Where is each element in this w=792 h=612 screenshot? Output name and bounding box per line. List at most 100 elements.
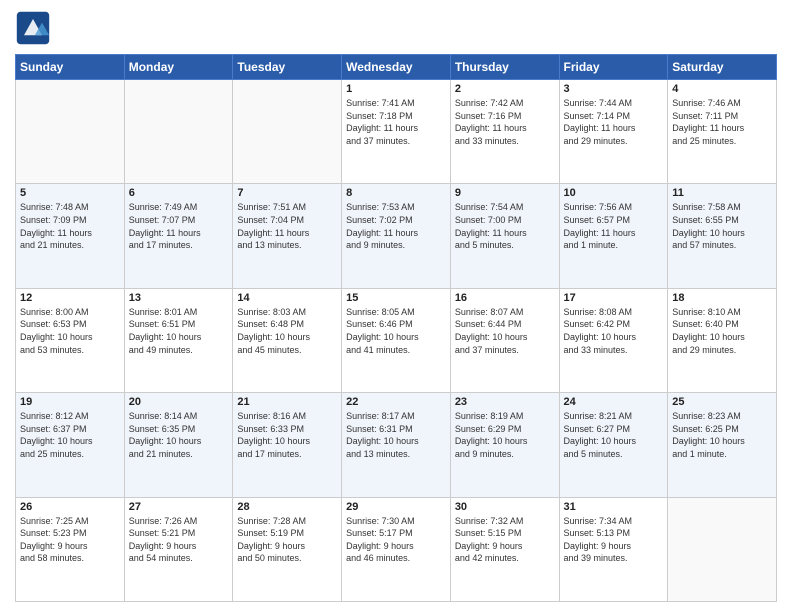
day-info: Sunrise: 7:58 AM Sunset: 6:55 PM Dayligh… (672, 201, 772, 251)
day-number: 4 (672, 83, 772, 95)
day-info: Sunrise: 8:03 AM Sunset: 6:48 PM Dayligh… (237, 306, 337, 356)
col-header-monday: Monday (124, 55, 233, 80)
calendar-cell (16, 80, 125, 184)
day-info: Sunrise: 7:53 AM Sunset: 7:02 PM Dayligh… (346, 201, 446, 251)
day-info: Sunrise: 7:28 AM Sunset: 5:19 PM Dayligh… (237, 515, 337, 565)
page: SundayMondayTuesdayWednesdayThursdayFrid… (0, 0, 792, 612)
day-number: 29 (346, 501, 446, 513)
col-header-sunday: Sunday (16, 55, 125, 80)
day-number: 9 (455, 187, 555, 199)
day-info: Sunrise: 7:32 AM Sunset: 5:15 PM Dayligh… (455, 515, 555, 565)
day-number: 22 (346, 396, 446, 408)
week-row-2: 5 Sunrise: 7:48 AM Sunset: 7:09 PM Daylig… (16, 184, 777, 288)
day-info: Sunrise: 7:48 AM Sunset: 7:09 PM Dayligh… (20, 201, 120, 251)
day-info: Sunrise: 7:46 AM Sunset: 7:11 PM Dayligh… (672, 97, 772, 147)
day-info: Sunrise: 7:54 AM Sunset: 7:00 PM Dayligh… (455, 201, 555, 251)
day-number: 7 (237, 187, 337, 199)
day-number: 21 (237, 396, 337, 408)
logo-icon (15, 10, 51, 46)
calendar-cell: 4 Sunrise: 7:46 AM Sunset: 7:11 PM Daylig… (668, 80, 777, 184)
day-info: Sunrise: 7:49 AM Sunset: 7:07 PM Dayligh… (129, 201, 229, 251)
calendar-cell: 1 Sunrise: 7:41 AM Sunset: 7:18 PM Daylig… (342, 80, 451, 184)
day-info: Sunrise: 8:08 AM Sunset: 6:42 PM Dayligh… (564, 306, 664, 356)
day-number: 13 (129, 292, 229, 304)
calendar-header: SundayMondayTuesdayWednesdayThursdayFrid… (16, 55, 777, 80)
day-number: 31 (564, 501, 664, 513)
day-number: 18 (672, 292, 772, 304)
day-info: Sunrise: 8:01 AM Sunset: 6:51 PM Dayligh… (129, 306, 229, 356)
day-info: Sunrise: 8:14 AM Sunset: 6:35 PM Dayligh… (129, 410, 229, 460)
col-header-friday: Friday (559, 55, 668, 80)
day-number: 23 (455, 396, 555, 408)
day-number: 11 (672, 187, 772, 199)
calendar-cell: 5 Sunrise: 7:48 AM Sunset: 7:09 PM Daylig… (16, 184, 125, 288)
col-header-thursday: Thursday (450, 55, 559, 80)
day-number: 5 (20, 187, 120, 199)
day-number: 15 (346, 292, 446, 304)
calendar-cell: 25 Sunrise: 8:23 AM Sunset: 6:25 PM Dayli… (668, 393, 777, 497)
calendar-cell: 8 Sunrise: 7:53 AM Sunset: 7:02 PM Daylig… (342, 184, 451, 288)
day-number: 2 (455, 83, 555, 95)
day-number: 27 (129, 501, 229, 513)
day-info: Sunrise: 8:12 AM Sunset: 6:37 PM Dayligh… (20, 410, 120, 460)
calendar-cell: 15 Sunrise: 8:05 AM Sunset: 6:46 PM Dayli… (342, 288, 451, 392)
day-number: 14 (237, 292, 337, 304)
day-number: 10 (564, 187, 664, 199)
day-number: 17 (564, 292, 664, 304)
col-header-saturday: Saturday (668, 55, 777, 80)
calendar-cell: 30 Sunrise: 7:32 AM Sunset: 5:15 PM Dayli… (450, 497, 559, 601)
day-info: Sunrise: 8:00 AM Sunset: 6:53 PM Dayligh… (20, 306, 120, 356)
logo (15, 10, 55, 46)
calendar-cell: 24Sunrise: 8:21 AM Sunset: 6:27 PM Dayli… (559, 393, 668, 497)
day-info: Sunrise: 7:34 AM Sunset: 5:13 PM Dayligh… (564, 515, 664, 565)
calendar-cell: 31 Sunrise: 7:34 AM Sunset: 5:13 PM Dayli… (559, 497, 668, 601)
calendar-cell: 29 Sunrise: 7:30 AM Sunset: 5:17 PM Dayli… (342, 497, 451, 601)
header (15, 10, 777, 46)
week-row-1: 1 Sunrise: 7:41 AM Sunset: 7:18 PM Daylig… (16, 80, 777, 184)
day-number: 1 (346, 83, 446, 95)
calendar-cell: 10 Sunrise: 7:56 AM Sunset: 6:57 PM Dayli… (559, 184, 668, 288)
day-info: Sunrise: 7:26 AM Sunset: 5:21 PM Dayligh… (129, 515, 229, 565)
col-header-wednesday: Wednesday (342, 55, 451, 80)
day-info: Sunrise: 7:51 AM Sunset: 7:04 PM Dayligh… (237, 201, 337, 251)
calendar-cell: 13 Sunrise: 8:01 AM Sunset: 6:51 PM Dayli… (124, 288, 233, 392)
day-info: Sunrise: 8:05 AM Sunset: 6:46 PM Dayligh… (346, 306, 446, 356)
day-number: 12 (20, 292, 120, 304)
day-number: 25 (672, 396, 772, 408)
day-info: Sunrise: 8:23 AM Sunset: 6:25 PM Dayligh… (672, 410, 772, 460)
day-info: Sunrise: 7:25 AM Sunset: 5:23 PM Dayligh… (20, 515, 120, 565)
day-info: Sunrise: 8:16 AM Sunset: 6:33 PM Dayligh… (237, 410, 337, 460)
calendar-cell: 16Sunrise: 8:07 AM Sunset: 6:44 PM Dayli… (450, 288, 559, 392)
calendar-cell: 28 Sunrise: 7:28 AM Sunset: 5:19 PM Dayli… (233, 497, 342, 601)
day-number: 20 (129, 396, 229, 408)
col-header-tuesday: Tuesday (233, 55, 342, 80)
week-row-5: 26 Sunrise: 7:25 AM Sunset: 5:23 PM Dayli… (16, 497, 777, 601)
calendar-cell: 2Sunrise: 7:42 AM Sunset: 7:16 PM Daylig… (450, 80, 559, 184)
day-number: 28 (237, 501, 337, 513)
calendar-cell: 21 Sunrise: 8:16 AM Sunset: 6:33 PM Dayli… (233, 393, 342, 497)
day-number: 26 (20, 501, 120, 513)
day-info: Sunrise: 7:30 AM Sunset: 5:17 PM Dayligh… (346, 515, 446, 565)
day-number: 6 (129, 187, 229, 199)
week-row-4: 19Sunrise: 8:12 AM Sunset: 6:37 PM Dayli… (16, 393, 777, 497)
day-info: Sunrise: 7:56 AM Sunset: 6:57 PM Dayligh… (564, 201, 664, 251)
calendar-cell: 26 Sunrise: 7:25 AM Sunset: 5:23 PM Dayli… (16, 497, 125, 601)
calendar-cell (668, 497, 777, 601)
calendar-body: 1 Sunrise: 7:41 AM Sunset: 7:18 PM Daylig… (16, 80, 777, 602)
calendar-cell: 23 Sunrise: 8:19 AM Sunset: 6:29 PM Dayli… (450, 393, 559, 497)
header-row: SundayMondayTuesdayWednesdayThursdayFrid… (16, 55, 777, 80)
calendar-cell: 7 Sunrise: 7:51 AM Sunset: 7:04 PM Daylig… (233, 184, 342, 288)
calendar-cell: 20 Sunrise: 8:14 AM Sunset: 6:35 PM Dayli… (124, 393, 233, 497)
calendar-cell: 14 Sunrise: 8:03 AM Sunset: 6:48 PM Dayli… (233, 288, 342, 392)
day-number: 16 (455, 292, 555, 304)
day-number: 8 (346, 187, 446, 199)
calendar-cell: 17 Sunrise: 8:08 AM Sunset: 6:42 PM Dayli… (559, 288, 668, 392)
calendar-cell: 22Sunrise: 8:17 AM Sunset: 6:31 PM Dayli… (342, 393, 451, 497)
week-row-3: 12 Sunrise: 8:00 AM Sunset: 6:53 PM Dayli… (16, 288, 777, 392)
day-info: Sunrise: 7:44 AM Sunset: 7:14 PM Dayligh… (564, 97, 664, 147)
day-info: Sunrise: 8:19 AM Sunset: 6:29 PM Dayligh… (455, 410, 555, 460)
calendar-cell: 11 Sunrise: 7:58 AM Sunset: 6:55 PM Dayli… (668, 184, 777, 288)
day-info: Sunrise: 7:41 AM Sunset: 7:18 PM Dayligh… (346, 97, 446, 147)
day-number: 30 (455, 501, 555, 513)
calendar-cell: 12 Sunrise: 8:00 AM Sunset: 6:53 PM Dayli… (16, 288, 125, 392)
